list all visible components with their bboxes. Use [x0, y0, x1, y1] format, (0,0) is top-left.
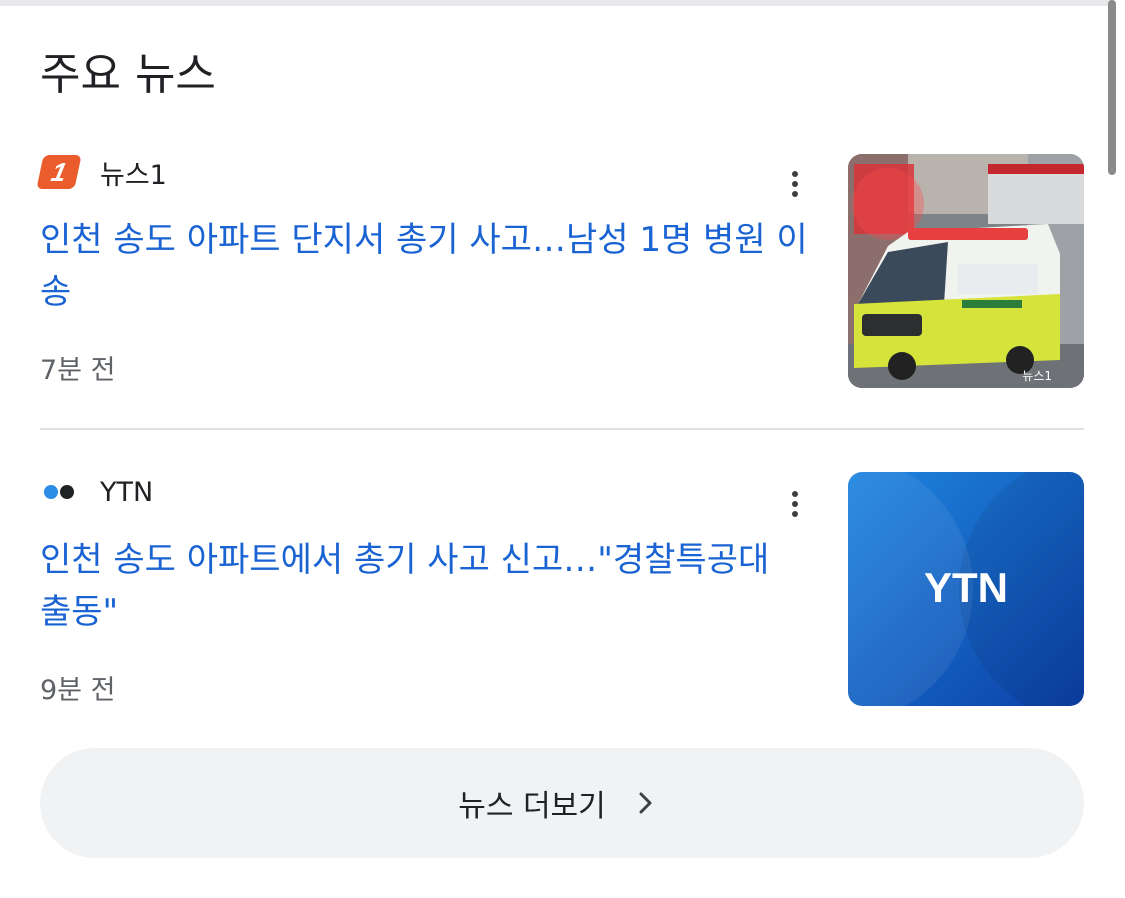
more-news-label: 뉴스 더보기 — [458, 789, 606, 824]
chevron-right-icon — [636, 788, 666, 818]
thumbnail-image[interactable]: YTN — [848, 472, 1084, 706]
divider — [40, 428, 1084, 430]
more-vert-icon[interactable] — [782, 164, 808, 204]
more-news-button[interactable]: 뉴스 더보기 — [40, 748, 1084, 858]
section-title: 주요 뉴스 — [40, 49, 216, 100]
news-source: YTN — [40, 472, 153, 512]
news-source: 1 뉴스1 — [36, 152, 167, 192]
news1-logo-icon: 1 — [36, 155, 82, 189]
ytn-logo-icon — [40, 482, 78, 502]
svg-text:뉴스1: 뉴스1 — [1022, 369, 1052, 383]
source-name: 뉴스1 — [100, 159, 167, 191]
thumbnail-image[interactable]: 뉴스1 — [848, 154, 1084, 388]
ytn-thumbnail: YTN — [848, 472, 1084, 706]
news-card[interactable]: 1 뉴스1 인천 송도 아파트 단지서 총기 사고…남성 1명 병원 이송 7분… — [36, 152, 1084, 390]
timestamp: 7분 전 — [40, 355, 116, 386]
headline-link[interactable]: 인천 송도 아파트에서 총기 사고 신고…"경찰특공대 출동" — [40, 534, 810, 638]
more-vert-icon[interactable] — [782, 484, 808, 524]
headline-link[interactable]: 인천 송도 아파트 단지서 총기 사고…남성 1명 병원 이송 — [40, 214, 810, 318]
ambulance-photo: 뉴스1 — [848, 154, 1084, 388]
svg-text:YTN: YTN — [924, 564, 1008, 611]
scrollbar[interactable] — [1108, 0, 1116, 175]
timestamp: 9분 전 — [40, 675, 116, 706]
top-strip — [0, 0, 1112, 6]
source-name: YTN — [100, 476, 154, 508]
news-card[interactable]: YTN 인천 송도 아파트에서 총기 사고 신고…"경찰특공대 출동" 9분 전… — [40, 472, 1084, 706]
